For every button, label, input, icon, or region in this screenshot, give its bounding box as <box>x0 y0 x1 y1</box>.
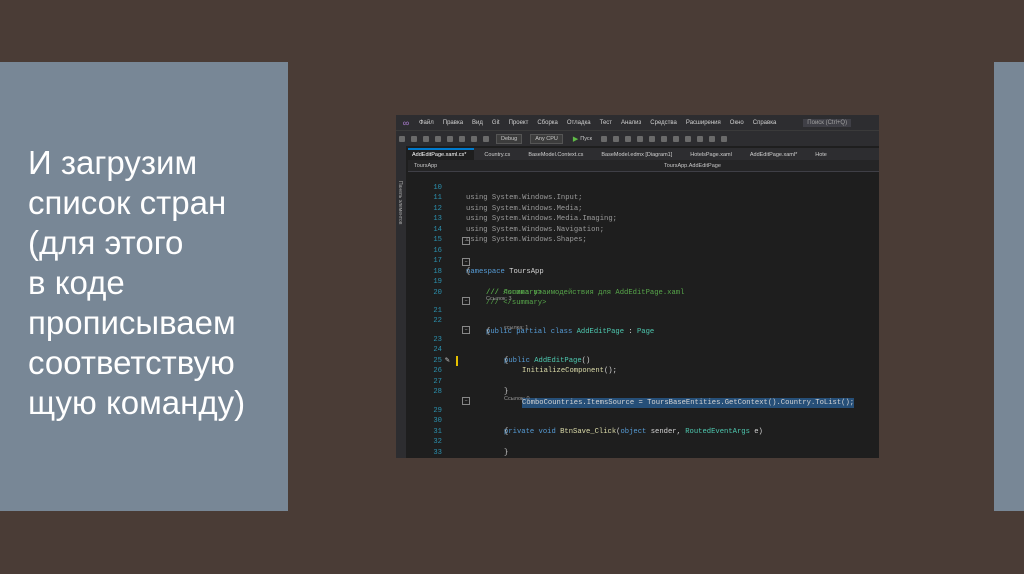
redo-icon[interactable] <box>483 135 489 142</box>
slide-text-line: (для этого <box>28 224 184 261</box>
save-all-icon[interactable] <box>459 135 465 142</box>
code-editor[interactable]: 10 using System.Windows.Input; 11 using … <box>408 172 879 458</box>
code-line: 32 } <box>433 438 509 457</box>
save-icon[interactable] <box>447 135 453 142</box>
menu-item[interactable]: Файл <box>419 120 434 126</box>
code-line: 13 using System.Windows.Navigation; <box>433 215 605 234</box>
toolbar-tool-icon[interactable] <box>613 135 620 142</box>
tab-addeditpage-cs[interactable]: AddEditPage.xaml.cs* <box>408 148 475 160</box>
code-line: 26 ✎ ComboCountries.ItemsSource = ToursB… <box>433 355 855 408</box>
bookmark-icon[interactable] <box>709 135 716 142</box>
collapse-icon[interactable]: − <box>462 237 470 245</box>
code-line: 19 /// Логика взаимодействия для AddEdit… <box>433 278 685 297</box>
codelens-hint[interactable]: Ссылок: 3 <box>408 286 879 302</box>
codelens-hint[interactable]: ссылка: 1 <box>408 315 879 331</box>
code-line: 11 using System.Windows.Media; <box>433 194 583 213</box>
slide-text-line: прописываем <box>28 304 236 341</box>
collapse-icon[interactable]: − <box>462 297 470 305</box>
menu-item[interactable]: Окно <box>730 120 744 126</box>
menu-item[interactable]: Проект <box>509 120 529 126</box>
tab-country-cs[interactable]: Country.cs <box>480 150 518 160</box>
configuration-select[interactable]: Debug <box>496 133 523 144</box>
bookmark-icon[interactable] <box>685 135 692 142</box>
ide-toolbar: Debug Any CPU ▶ Пуск <box>396 130 879 146</box>
code-line: 12 using System.Windows.Media.Imaging; <box>433 204 617 224</box>
code-line: 24 { <box>433 346 509 365</box>
collapse-icon[interactable]: − <box>462 397 470 405</box>
code-line: 21 − public partial class AddEditPage : … <box>433 297 655 336</box>
menu-item[interactable]: Расширения <box>686 120 721 126</box>
menu-item[interactable]: Вид <box>472 120 483 126</box>
code-line: 15 <box>433 236 442 244</box>
code-line: 31 <box>433 427 442 436</box>
codelens-hint[interactable]: Ссылок: 0 <box>408 386 879 402</box>
menu-item[interactable]: Тест <box>600 120 612 126</box>
new-project-icon[interactable] <box>423 135 429 142</box>
code-line: 29 − private void BtnSave_Click(object s… <box>433 397 763 436</box>
tab-basemodel-edmx[interactable]: BaseModel.edmx [Diagram1] <box>597 150 680 160</box>
collapse-icon[interactable]: − <box>462 326 470 334</box>
slide-text-line: щую команду) <box>28 384 246 421</box>
editor-navbar: ToursApp ToursApp.AddEditPage <box>408 160 879 172</box>
editor-tabbar: AddEditPage.xaml.cs* Country.cs BaseMode… <box>408 148 879 160</box>
right-accent-bar <box>994 62 1024 511</box>
toolbar-tool-icon[interactable] <box>601 135 608 142</box>
bookmark-icon[interactable] <box>721 135 728 142</box>
change-indicator <box>456 355 458 366</box>
code-line: 27 } <box>433 377 509 397</box>
toolbar-tool-icon[interactable] <box>661 135 668 142</box>
ide-screenshot: ∞ Файл Правка Вид Git Проект Сборка Отла… <box>396 115 879 458</box>
tab-basemodel-context[interactable]: BaseModel.Context.cs <box>524 150 591 160</box>
code-line: 33 } <box>433 448 442 457</box>
member-dropdown[interactable]: ToursApp.AddEditPage <box>614 163 721 169</box>
back-icon[interactable] <box>399 135 405 142</box>
run-button[interactable]: Пуск <box>580 136 592 142</box>
project-dropdown[interactable]: ToursApp <box>408 163 614 169</box>
toolbar-tool-icon[interactable] <box>625 135 632 142</box>
menu-item[interactable]: Анализ <box>621 120 641 126</box>
menu-item[interactable]: Git <box>492 120 500 126</box>
tab-hotels-truncated[interactable]: Hote <box>811 150 835 160</box>
menu-item[interactable]: Средства <box>650 120 677 126</box>
slide-text-line: в коде <box>28 264 125 301</box>
code-line: 25 InitializeComponent(); <box>433 356 617 376</box>
platform-select[interactable]: Any CPU <box>530 133 563 144</box>
code-line: 10 using System.Windows.Input; <box>433 183 583 203</box>
toolbox-label[interactable]: Панель элементов <box>397 181 403 224</box>
code-line: 34 } <box>408 448 879 459</box>
undo-icon[interactable] <box>471 135 477 142</box>
visual-studio-logo-icon: ∞ <box>402 117 410 128</box>
code-line: 23 − public AddEditPage() <box>433 326 591 365</box>
slide-text: И загрузим список стран (для этого в код… <box>28 143 278 423</box>
code-line: 30 { <box>433 417 509 436</box>
toolbar-tool-icon[interactable] <box>637 135 644 142</box>
menu-item[interactable]: Отладка <box>567 120 591 126</box>
code-line: 14 using System.Windows.Shapes; <box>433 225 587 245</box>
quick-action-icon[interactable]: ✎ <box>445 356 450 367</box>
forward-icon[interactable] <box>411 135 417 142</box>
slide-text-line: И загрузим <box>28 144 198 181</box>
tab-hotelspage-xaml[interactable]: HotelsPage.xaml <box>686 150 740 160</box>
tab-addeditpage-xaml[interactable]: AddEditPage.xaml* <box>746 150 805 160</box>
menu-item[interactable]: Правка <box>443 120 463 126</box>
slide-text-line: список стран <box>28 184 227 221</box>
search-input[interactable]: Поиск (Ctrl+Q) <box>803 118 852 127</box>
toolbox-sidebar[interactable]: Панель элементов <box>396 145 406 458</box>
toolbar-tool-icon[interactable] <box>649 135 656 142</box>
slide-text-line: соответствую <box>28 344 235 381</box>
ide-menubar: ∞ Файл Правка Вид Git Проект Сборка Отла… <box>396 115 879 130</box>
code-line: 17 { <box>433 257 471 276</box>
collapse-icon[interactable]: − <box>462 258 470 266</box>
code-line: 18 − /// <summary> <box>433 258 543 297</box>
play-icon[interactable]: ▶ <box>573 135 578 143</box>
open-file-icon[interactable] <box>435 135 441 142</box>
toolbar-tool-icon[interactable] <box>673 135 680 142</box>
menu-item[interactable]: Сборка <box>537 120 558 126</box>
bookmark-icon[interactable] <box>697 135 704 142</box>
code-line: 16 − namespace ToursApp <box>433 237 544 276</box>
menu-item[interactable]: Справка <box>753 120 777 126</box>
